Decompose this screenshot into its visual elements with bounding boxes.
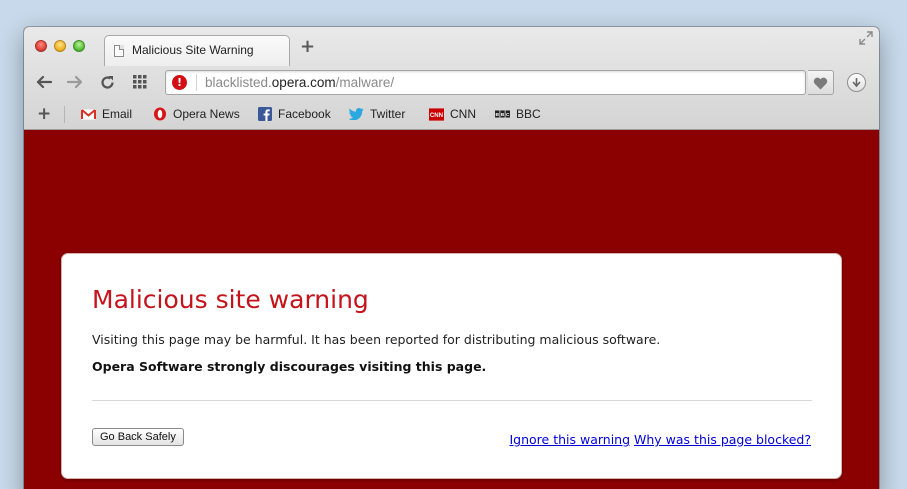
opera-icon bbox=[152, 107, 167, 121]
browser-window: Malicious Site Warning + ! blacklisted.o… bbox=[24, 27, 879, 489]
tab-title: Malicious Site Warning bbox=[132, 43, 254, 57]
minimize-window-button[interactable] bbox=[54, 40, 66, 52]
bookmark-email[interactable]: Email bbox=[81, 105, 132, 123]
bookmark-label: Opera News bbox=[173, 107, 240, 121]
go-back-safely-button[interactable]: Go Back Safely bbox=[92, 428, 184, 446]
svg-text:CNN: CNN bbox=[430, 112, 443, 119]
bookmark-twitter[interactable]: Twitter bbox=[349, 105, 405, 123]
address-divider bbox=[196, 74, 197, 91]
browser-chrome: Malicious Site Warning + ! blacklisted.o… bbox=[24, 27, 879, 130]
new-tab-button[interactable]: + bbox=[300, 38, 315, 56]
cnn-icon: CNN bbox=[429, 107, 444, 121]
bookmark-label: CNN bbox=[450, 107, 476, 121]
svg-text:C: C bbox=[506, 112, 510, 118]
page-content: Malicious site warning Visiting this pag… bbox=[24, 131, 879, 489]
security-warning-icon[interactable]: ! bbox=[172, 75, 187, 90]
ignore-warning-link[interactable]: Ignore this warning bbox=[509, 432, 630, 447]
bookmark-label: Facebook bbox=[278, 107, 331, 121]
twitter-icon bbox=[349, 107, 364, 121]
bookmark-label: Email bbox=[102, 107, 133, 121]
bookmark-label: Twitter bbox=[370, 107, 406, 121]
warning-title: Malicious site warning bbox=[92, 285, 369, 314]
divider bbox=[92, 400, 812, 401]
back-button[interactable] bbox=[33, 71, 55, 93]
bookmark-label: BBC bbox=[516, 107, 541, 121]
heart-icon bbox=[813, 77, 828, 90]
fullscreen-icon[interactable] bbox=[859, 31, 873, 45]
url-subdomain: blacklisted. bbox=[205, 75, 272, 90]
arrow-right-icon bbox=[66, 75, 83, 89]
add-bookmark-button[interactable]: + bbox=[37, 105, 51, 123]
navigation-bar: ! blacklisted.opera.com/malware/ bbox=[24, 66, 879, 100]
tab-active[interactable]: Malicious Site Warning bbox=[104, 35, 290, 66]
warning-dialog: Malicious site warning Visiting this pag… bbox=[61, 253, 842, 479]
warning-message: Visiting this page may be harmful. It ha… bbox=[92, 332, 661, 347]
bookmarks-divider bbox=[64, 106, 65, 123]
address-bar[interactable]: ! blacklisted.opera.com/malware/ bbox=[165, 70, 806, 95]
bookmark-cnn[interactable]: CNN CNN bbox=[429, 105, 476, 123]
bookmark-facebook[interactable]: Facebook bbox=[257, 105, 331, 123]
bookmarks-bar: + Email Opera News Facebook Twitter CNN … bbox=[24, 100, 879, 130]
bookmark-bbc[interactable]: BBC BBC bbox=[495, 105, 541, 123]
gmail-icon bbox=[81, 107, 96, 121]
reload-button[interactable] bbox=[96, 71, 118, 93]
bookmark-opera-news[interactable]: Opera News bbox=[152, 105, 240, 123]
speed-dial-button[interactable] bbox=[129, 71, 151, 93]
url-text[interactable]: blacklisted.opera.com/malware/ bbox=[205, 75, 394, 90]
download-arrow-icon bbox=[852, 78, 861, 88]
svg-text:B: B bbox=[495, 112, 499, 118]
bbc-icon: BBC bbox=[495, 107, 510, 121]
why-blocked-link[interactable]: Why was this page blocked? bbox=[634, 432, 811, 447]
svg-text:B: B bbox=[501, 112, 505, 118]
url-path: /malware/ bbox=[335, 75, 395, 90]
tab-strip: Malicious Site Warning + bbox=[24, 27, 879, 66]
page-icon bbox=[114, 45, 124, 57]
facebook-icon bbox=[257, 107, 272, 121]
maximize-window-button[interactable] bbox=[73, 40, 85, 52]
close-window-button[interactable] bbox=[35, 40, 47, 52]
arrow-left-icon bbox=[36, 75, 53, 89]
stash-heart-button[interactable] bbox=[808, 70, 834, 95]
reload-icon bbox=[100, 76, 114, 89]
grid-icon bbox=[133, 75, 147, 89]
warning-emphasis: Opera Software strongly discourages visi… bbox=[92, 359, 487, 374]
forward-button[interactable] bbox=[64, 71, 86, 93]
url-host: opera.com bbox=[271, 75, 336, 90]
warning-links: Ignore this warning Why was this page bl… bbox=[509, 432, 811, 447]
downloads-button[interactable] bbox=[847, 73, 866, 92]
